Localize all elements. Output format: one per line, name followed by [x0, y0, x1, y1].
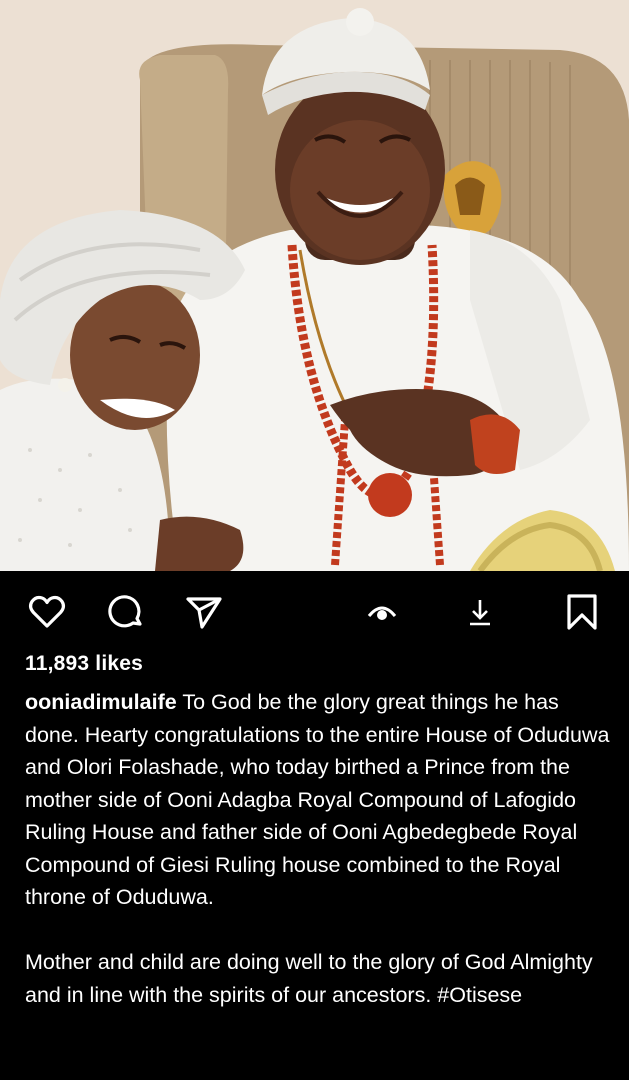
comment-icon: [108, 595, 142, 628]
comment-button[interactable]: [104, 590, 148, 634]
like-button[interactable]: [25, 590, 69, 634]
caption-text-1: To God be the glory great things he has …: [25, 690, 610, 909]
caption-paragraph-2: Mother and child are doing well to the g…: [25, 950, 593, 1007]
bookmark-icon: [567, 594, 597, 630]
caption-paragraph-1: ooniadimulaife To God be the glory great…: [25, 686, 610, 914]
download-button[interactable]: [458, 590, 502, 634]
post-caption: ooniadimulaife To God be the glory great…: [25, 686, 610, 1011]
save-button[interactable]: [560, 590, 604, 634]
view-button[interactable]: [360, 590, 404, 634]
likes-count[interactable]: 11,893 likes: [25, 652, 143, 676]
post-photo[interactable]: [0, 0, 629, 571]
share-button[interactable]: [182, 590, 226, 634]
download-icon: [470, 600, 490, 626]
post-actions-bar: [0, 580, 629, 644]
caption-username[interactable]: ooniadimulaife: [25, 690, 177, 714]
eye-icon: [367, 606, 397, 620]
send-icon: [186, 597, 222, 629]
heart-icon: [28, 595, 66, 628]
